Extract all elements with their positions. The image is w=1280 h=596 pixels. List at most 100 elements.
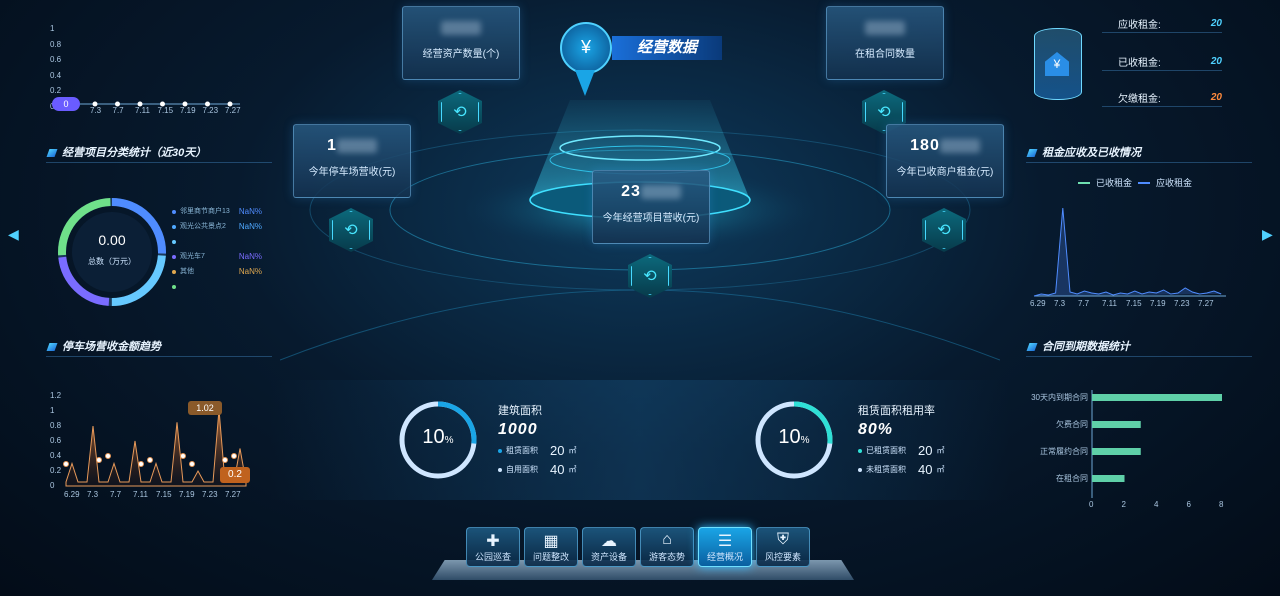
building-value: 1000 [498, 421, 538, 438]
rent-arrears-row: 欠缴租金: 20 [1102, 88, 1222, 107]
nav-button[interactable]: ⌂ 游客态势 [640, 527, 694, 567]
building-percent: 10% [422, 426, 454, 448]
x-tick-label: 6 [1186, 500, 1191, 509]
data-point [63, 461, 69, 467]
rent-chart-title: 租金应收及已收情况 [1026, 144, 1252, 163]
rented-dot [858, 448, 862, 453]
rent-receivable-value: 20 [1210, 17, 1222, 29]
rent-received-label: 已收租金: [1118, 57, 1161, 69]
rent-line-chart [1033, 207, 1226, 297]
lease-row-rented: 已租赁面积 20 ㎡ [858, 443, 998, 458]
contract-bar [1092, 421, 1141, 428]
x-tick-label: 2 [1121, 500, 1126, 509]
lease-value: 80% [858, 421, 894, 438]
legend-dot [172, 284, 176, 289]
building-row-lease: 租赁面积 20 ㎡ [498, 443, 638, 458]
donut-total-label: 总数（万元） [88, 257, 136, 266]
data-point [182, 101, 188, 107]
self-dot [498, 467, 502, 472]
nav-icon: ⌂ [662, 531, 672, 548]
x-tick-label: 8 [1219, 500, 1224, 509]
parking-trend-title: 停车场营收金额趋势 [46, 338, 272, 357]
parking-revenue-label: 今年停车场营收(元) [308, 167, 396, 178]
legend-item: 其他 NaN% [172, 264, 262, 279]
data-point [137, 101, 143, 107]
x-tick-label: 7.27 [1198, 299, 1214, 308]
legend-name: 观光公共景点2 [180, 223, 226, 230]
asset-count-label: 经营资产数量(个) [422, 49, 500, 60]
redacted-value [865, 20, 905, 35]
legend-dot [172, 224, 176, 229]
nav-label: 游客态势 [648, 552, 685, 562]
right-edge-arrow[interactable]: ▶ [1262, 226, 1273, 243]
nav-icon: ☰ [717, 533, 733, 550]
tenant-rent-value: 180 [887, 137, 1003, 157]
lease-row-unrented: 未租赁面积 40 ㎡ [858, 462, 998, 477]
nav-label: 问题整改 [532, 552, 569, 562]
contract-count-card[interactable]: 在租合同数量 [826, 6, 944, 80]
data-point [205, 101, 210, 107]
asset-count-card[interactable]: 经营资产数量(个) [402, 6, 520, 80]
legend-item: 观光公共景点2 NaN% [172, 219, 262, 234]
nav-button[interactable]: ☰ 经营概况 [698, 527, 752, 567]
x-tick-label: 7.23 [1174, 299, 1190, 308]
x-tick-label: 7.19 [1150, 299, 1166, 308]
legend-item [172, 234, 262, 249]
data-point [96, 457, 102, 463]
left-edge-arrow[interactable]: ◀ [8, 226, 19, 243]
center-title: 经营数据 [612, 36, 722, 60]
building-area-block: 10% 建筑面积 1000 租赁面积 20 ㎡ 自用面积 40 ㎡ [396, 398, 636, 488]
category-label: 欠费合同 [1056, 420, 1088, 429]
contract-count-label: 在租合同数量 [855, 49, 915, 60]
legend-received-label: 已收租金 [1096, 178, 1133, 188]
rent-arrears-label: 欠缴租金: [1118, 93, 1161, 105]
x-tick-label: 6.29 [1030, 299, 1046, 308]
redacted-value [939, 138, 980, 153]
legend-swatch-receivable [1138, 181, 1151, 184]
x-tick-label: 4 [1154, 500, 1159, 509]
lease-title: 租赁面积租用率 [858, 405, 935, 417]
tenant-rent-card[interactable]: 180 今年已收商户租金(元) [886, 124, 1004, 198]
rent-chart: 6.29 7.3 7.7 7.11 7.15 7.19 7.23 7.27 [1030, 196, 1230, 314]
data-point [222, 457, 228, 463]
unrented-dot [858, 467, 862, 472]
rent-cylinder-icon: ¥ [1030, 18, 1084, 106]
pin-pointer [575, 70, 595, 96]
category-label: 正常履约合同 [1040, 447, 1088, 456]
legend-item: 观光车7 NaN% [172, 249, 262, 264]
nav-label: 公园巡查 [474, 552, 511, 562]
nav-button[interactable]: ⛨ 风控要素 [756, 527, 810, 567]
receivable-line [1033, 207, 1222, 297]
min-value-badge: 0.2 [220, 467, 250, 483]
building-row-self: 自用面积 40 ㎡ [498, 462, 638, 477]
rent-receivable-label: 应收租金: [1118, 19, 1161, 31]
lease-info: 租赁面积租用率 80% 已租赁面积 20 ㎡ 未租赁面积 40 ㎡ [858, 402, 998, 477]
legend-value: NaN% [238, 252, 262, 261]
project-revenue-card[interactable]: 23 今年经营项目营收(元) [592, 170, 710, 244]
donut-ring [58, 198, 166, 306]
data-point [189, 461, 195, 467]
building-info: 建筑面积 1000 租赁面积 20 ㎡ 自用面积 40 ㎡ [498, 402, 638, 477]
rent-arrears-value: 20 [1210, 91, 1222, 103]
legend-receivable-label: 应收租金 [1156, 178, 1193, 188]
parking-revenue-card[interactable]: 1 今年停车场营收(元) [293, 124, 411, 198]
max-value-badge: 1.02 [188, 401, 222, 415]
redacted-value [336, 138, 377, 153]
x-tick-label: 7.15 [1126, 299, 1142, 308]
nav-button[interactable]: ▦ 问题整改 [524, 527, 578, 567]
nav-button[interactable]: ☁ 资产设备 [582, 527, 636, 567]
data-point [92, 101, 98, 107]
legend-item [172, 279, 262, 294]
lease-dot [498, 448, 502, 453]
category-donut: 0.00 总数（万元） [56, 196, 168, 308]
nav-button[interactable]: ✚ 公园巡查 [466, 527, 520, 567]
parking-revenue-value: 1 [294, 137, 410, 157]
top-left-chart: 10.80.60.40.20 7.37.77.117.157.197.237.2… [40, 22, 250, 122]
parking-trend-chart: 1.2 1 0.8 0.6 0.4 0.2 0 6.29 7.3 7.7 7.11 7.15 7.19… [46, 388, 256, 508]
x-tick-label: 0 [1089, 500, 1094, 509]
data-point [227, 101, 233, 107]
legend-value: NaN% [238, 207, 262, 216]
redacted-value [441, 20, 481, 35]
nav-label: 资产设备 [590, 552, 627, 562]
contract-bar-chart: 30天内到期合同 欠费合同 正常履约合同 在租合同 0 2 4 6 8 [1026, 386, 1236, 509]
